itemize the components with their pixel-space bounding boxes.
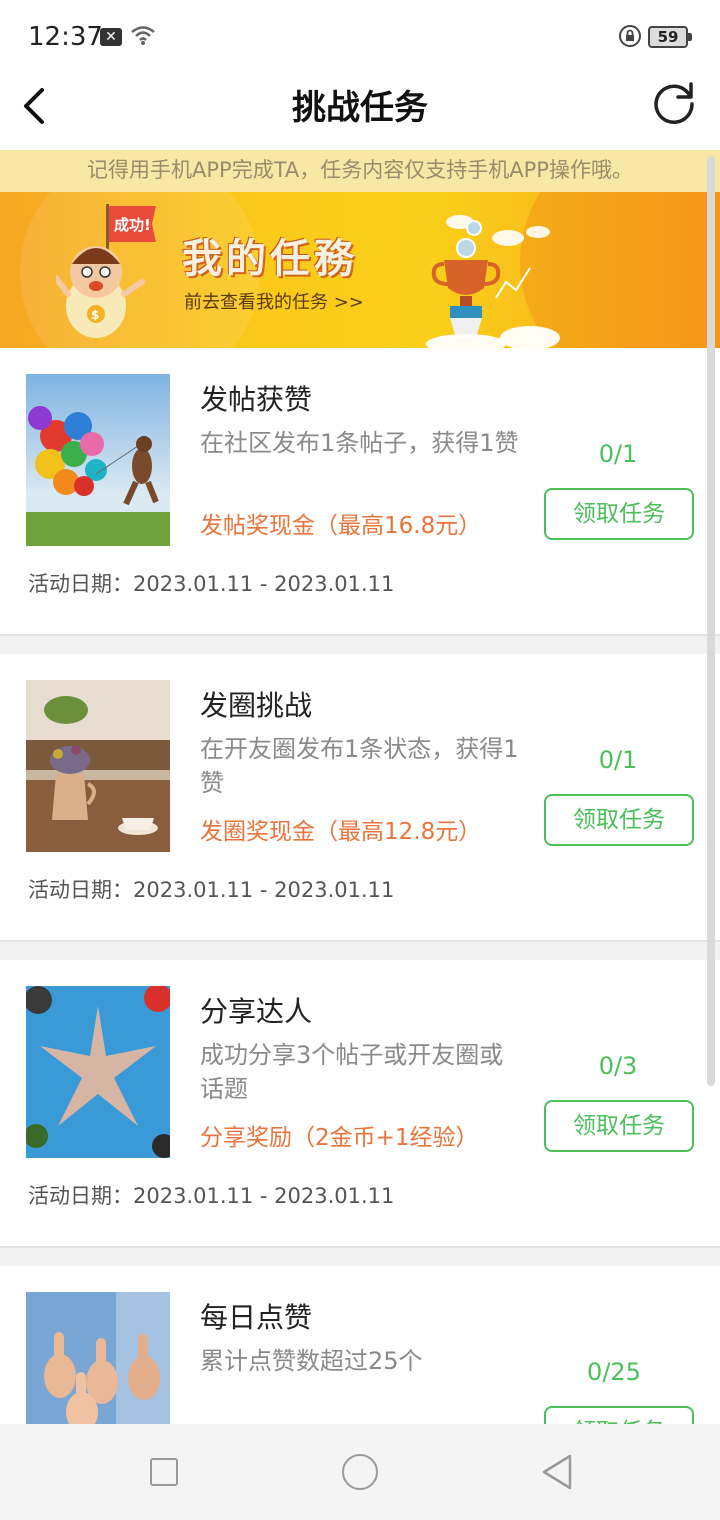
task-list[interactable]: 发帖获赞 在社区发布1条帖子，获得1赞 发帖奖现金（最高16.8元） 0/1 领… xyxy=(0,348,720,1424)
battery-indicator: 59 xyxy=(648,26,692,48)
task-item[interactable]: 发帖获赞 在社区发布1条帖子，获得1赞 发帖奖现金（最高16.8元） 0/1 领… xyxy=(0,348,720,634)
task-item[interactable]: 每日点赞 累计点赞数超过25个 0/25 领取任务 xyxy=(0,1266,720,1424)
refresh-icon xyxy=(654,82,694,124)
divider xyxy=(0,1246,720,1266)
task-item[interactable]: 发圈挑战 在开友圈发布1条状态，获得1赞 发圈奖现金（最高12.8元） 0/1 … xyxy=(0,654,720,940)
task-name: 分享达人 xyxy=(200,995,313,1028)
thumbs-up-photo xyxy=(26,1292,170,1424)
status-time: 12:37 xyxy=(28,22,103,52)
wifi-icon xyxy=(130,24,156,50)
task-reward: 发圈奖现金（最高12.8元） xyxy=(200,819,482,845)
status-bar: 12:37 ✕ 59 xyxy=(0,0,720,72)
task-date: 活动日期：2023.01.11 - 2023.01.11 xyxy=(28,1184,395,1208)
back-triangle-button[interactable] xyxy=(540,1452,576,1496)
banner-title: 我的任務 xyxy=(182,236,358,282)
system-nav-bar xyxy=(0,1424,720,1520)
task-name: 每日点赞 xyxy=(200,1301,313,1334)
trophy-rocket-illustration xyxy=(420,198,580,348)
task-reward: 分享奖励（2金币+1经验） xyxy=(200,1125,479,1151)
hands-star-photo xyxy=(26,986,170,1158)
task-progress: 0/25 xyxy=(587,1358,641,1386)
scrollbar[interactable] xyxy=(707,156,715,1086)
task-name: 发圈挑战 xyxy=(200,689,313,722)
task-description: 在开友圈发布1条状态，获得1赞 xyxy=(200,735,519,797)
notice-bar: 记得用手机APP完成TA，任务内容仅支持手机APP操作哦。 xyxy=(0,150,720,192)
task-reward: 发帖奖现金（最高16.8元） xyxy=(200,513,482,539)
task-date: 活动日期：2023.01.11 - 2023.01.11 xyxy=(28,878,395,902)
svg-text:$: $ xyxy=(91,308,99,322)
task-date: 活动日期：2023.01.11 - 2023.01.11 xyxy=(28,572,395,596)
mascot-illustration: 成功! $ xyxy=(53,202,166,346)
divider xyxy=(0,634,720,654)
claim-task-button[interactable]: 领取任务 xyxy=(544,794,694,846)
task-name: 发帖获赞 xyxy=(200,383,313,416)
back-triangle-icon xyxy=(542,1454,572,1490)
task-progress: 0/3 xyxy=(598,1052,638,1080)
x-icon: ✕ xyxy=(100,28,122,46)
banner-subtitle[interactable]: 前去查看我的任务 >> xyxy=(184,288,364,314)
claim-task-button[interactable]: 领取任务 xyxy=(544,1406,694,1424)
home-button[interactable] xyxy=(342,1454,378,1490)
task-description: 在社区发布1条帖子，获得1赞 xyxy=(200,429,519,457)
claim-task-button[interactable]: 领取任务 xyxy=(544,488,694,540)
rotation-lock-icon xyxy=(618,24,642,52)
balloons-photo xyxy=(26,374,170,546)
recent-apps-button[interactable] xyxy=(150,1458,178,1486)
task-progress: 0/1 xyxy=(598,746,638,774)
task-item[interactable]: 分享达人 成功分享3个帖子或开友圈或话题 分享奖励（2金币+1经验） 0/3 领… xyxy=(0,960,720,1246)
task-description: 成功分享3个帖子或开友圈或话题 xyxy=(200,1041,504,1103)
refresh-button[interactable] xyxy=(650,78,698,126)
flowers-coffee-photo xyxy=(26,680,170,852)
flag-text: 成功! xyxy=(114,216,151,234)
page-title: 挑战任务 xyxy=(292,88,428,128)
my-tasks-banner[interactable]: 成功! $ 我的任務 前去查看我的任务 >> xyxy=(0,192,720,348)
claim-task-button[interactable]: 领取任务 xyxy=(544,1100,694,1152)
task-progress: 0/1 xyxy=(598,440,638,468)
title-bar: 挑战任务 xyxy=(0,72,720,150)
divider xyxy=(0,940,720,960)
task-description: 累计点赞数超过25个 xyxy=(200,1347,423,1375)
